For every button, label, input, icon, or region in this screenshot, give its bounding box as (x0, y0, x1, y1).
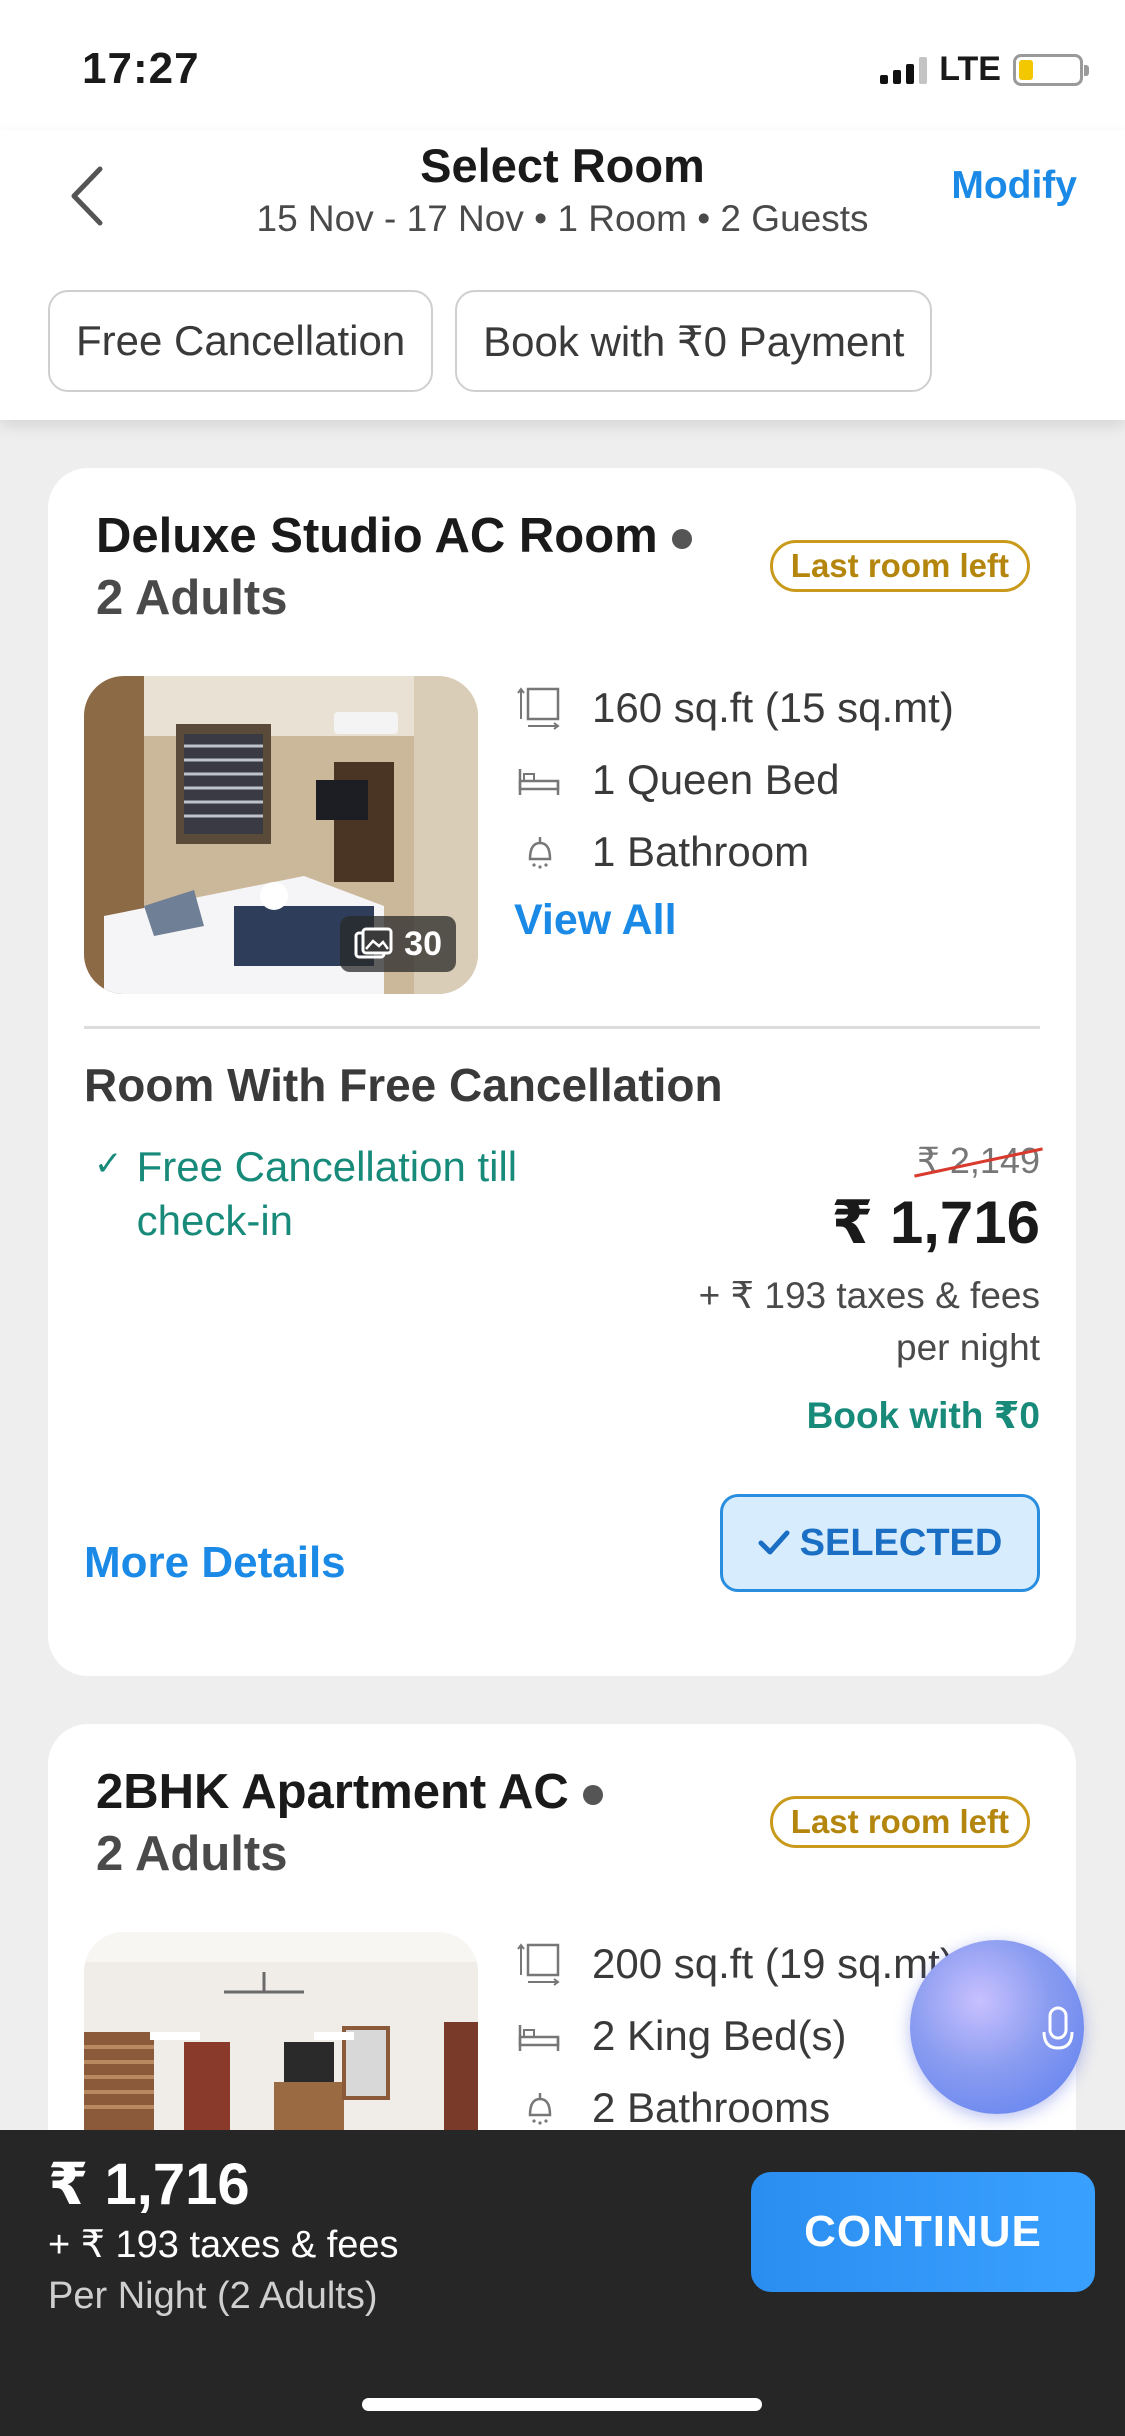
status-indicators: LTE (880, 50, 1089, 89)
status-time: 17:27 (82, 44, 200, 93)
original-price: ₹ 2,149 (917, 1140, 1040, 1181)
gallery-icon (354, 927, 393, 959)
selected-button[interactable]: SELECTED (720, 1494, 1040, 1592)
amenity-bed: 1 Queen Bed (514, 744, 954, 816)
home-indicator (362, 2398, 762, 2411)
dot-separator (582, 1785, 603, 1806)
microphone-icon (1042, 2006, 1074, 2050)
per-night-guests: Per Night (2 Adults) (48, 2275, 378, 2317)
amenity-bathroom: 1 Bathroom (514, 816, 954, 888)
filter-zero-payment[interactable]: Book with ₹0 Payment (455, 290, 933, 392)
check-icon: ✓ (94, 1145, 123, 1183)
chat-assistant-button[interactable] (910, 1940, 1084, 2114)
divider (84, 1026, 1040, 1029)
rate-plan-feature: ✓ Free Cancellation till check-in (84, 1140, 624, 1248)
shower-icon (514, 2083, 564, 2133)
zero-payment-label: Book with ₹0 (806, 1395, 1040, 1436)
room-name: Deluxe Studio AC Room (96, 508, 692, 564)
bed-icon (514, 2011, 564, 2061)
photo-count-value: 30 (404, 924, 442, 963)
bed-icon (514, 755, 564, 805)
amenity-label: 2 Bathrooms (592, 2084, 831, 2131)
status-bar: 17:27 LTE (0, 0, 1125, 130)
total-price: ₹ 1,716 (48, 2152, 250, 2217)
bottom-summary-bar: ₹ 1,716 + ₹ 193 taxes & fees Per Night (… (0, 2130, 1125, 2436)
availability-badge: Last room left (769, 1796, 1030, 1848)
amenities-list: 200 sq.ft (19 sq.mt) 2 King Bed(s) 2 Bat… (514, 1928, 954, 2144)
amenity-area: 160 sq.ft (15 sq.mt) (514, 672, 954, 744)
signal-icon (880, 56, 928, 84)
discounted-price: ₹ 1,716 (831, 1189, 1040, 1256)
amenity-label: 1 Queen Bed (592, 756, 840, 803)
amenity-label: 1 Bathroom (592, 828, 810, 875)
taxes-text: + ₹ 193 taxes & fees (698, 1275, 1040, 1316)
header: Select Room 15 Nov - 17 Nov • 1 Room • 2… (0, 130, 1125, 420)
amenity-area: 200 sq.ft (19 sq.mt) (514, 1928, 954, 2000)
availability-badge: Last room left (769, 540, 1030, 592)
amenity-label: 2 King Bed(s) (592, 2012, 847, 2059)
battery-icon (1013, 53, 1089, 86)
feature-text: Free Cancellation till check-in (136, 1143, 518, 1244)
area-icon (514, 1939, 564, 1989)
taxes-fees: + ₹ 193 taxes & fees per night (699, 1270, 1040, 1374)
amenity-label: 160 sq.ft (15 sq.mt) (592, 684, 954, 731)
room-card: Deluxe Studio AC Room 2 Adults Last room… (48, 468, 1076, 1676)
amenity-label: 200 sq.ft (19 sq.mt) (592, 1940, 954, 1987)
amenities-list: 160 sq.ft (15 sq.mt) 1 Queen Bed 1 Bathr… (514, 672, 954, 945)
room-name: 2BHK Apartment AC (96, 1764, 603, 1820)
area-icon (514, 683, 564, 733)
amenity-bed: 2 King Bed(s) (514, 2000, 954, 2072)
modify-button[interactable]: Modify (951, 164, 1077, 208)
checkmark-icon (758, 1530, 790, 1555)
photo-count: 30 (340, 916, 456, 972)
rate-plan-title: Room With Free Cancellation (84, 1059, 723, 1111)
price-block: ₹ 2,149 ₹ 1,716 + ₹ 193 taxes & fees per… (699, 1140, 1040, 1437)
room-occupancy: 2 Adults (96, 1827, 288, 1881)
dot-separator (671, 529, 692, 550)
shower-icon (514, 827, 564, 877)
continue-button[interactable]: CONTINUE (751, 2172, 1095, 2292)
room-occupancy: 2 Adults (96, 571, 288, 625)
selected-label: SELECTED (799, 1521, 1003, 1564)
more-details-link[interactable]: More Details (84, 1538, 346, 1588)
per-night-text: per night (896, 1327, 1040, 1368)
filter-free-cancellation[interactable]: Free Cancellation (48, 290, 434, 392)
view-all-link[interactable]: View All (514, 896, 954, 945)
network-label: LTE (939, 50, 1001, 88)
total-taxes: + ₹ 193 taxes & fees (48, 2224, 399, 2266)
room-photo[interactable]: 30 (84, 676, 478, 994)
filter-chips: Free Cancellation Book with ₹0 Payment (48, 290, 933, 392)
